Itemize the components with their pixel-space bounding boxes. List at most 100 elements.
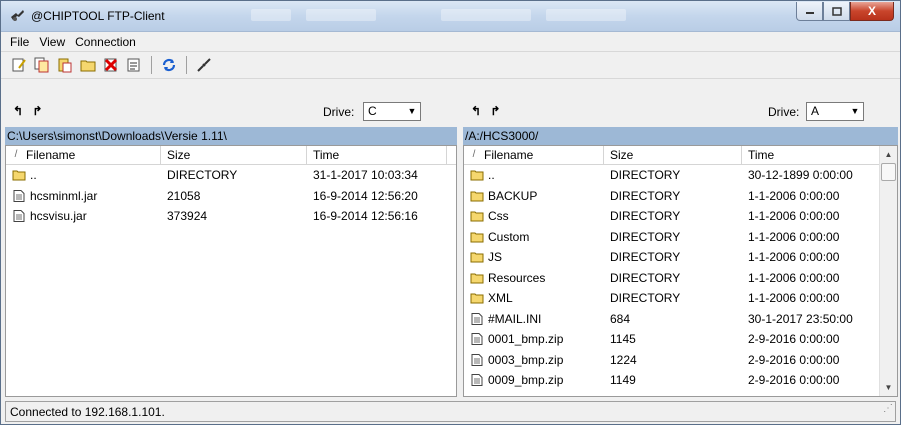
copy-icon — [34, 57, 49, 73]
cell-time: 2-9-2016 0:00:00 — [748, 332, 840, 347]
table-row[interactable]: .. DIRECTORY 30-12-1899 0:00:00 — [464, 165, 897, 186]
remote-nav-buttons[interactable]: ↰ ↱ — [471, 104, 503, 118]
cell-filename: BACKUP — [464, 189, 604, 203]
table-row[interactable]: #MAIL.INI 684 30-1-2017 23:50:00 — [464, 309, 897, 330]
cell-time: 30-12-1899 0:00:00 — [748, 168, 853, 183]
scroll-up-icon[interactable]: ▲ — [880, 146, 897, 163]
cell-filename: .. — [6, 168, 161, 182]
local-pane: ↰ ↱ Drive: C ▼ C:\Users\simonst\Download… — [5, 96, 457, 399]
remote-file-list[interactable]: / Filename Size Time .. DIRECTORY 30-12-18… — [463, 145, 898, 397]
local-file-list[interactable]: / Filename Size Time .. DIRECTORY 31-1-201… — [5, 145, 457, 397]
remote-col-size[interactable]: Size — [604, 146, 742, 164]
cell-size: 1149 — [610, 373, 636, 388]
cell-size: DIRECTORY — [167, 168, 238, 183]
cell-filename: 0009_bmp.zip — [464, 373, 604, 387]
local-path: C:\Users\simonst\Downloads\Versie 1.11\ — [5, 127, 457, 145]
folder-icon — [12, 170, 26, 181]
cell-filename: #MAIL.INI — [464, 312, 604, 326]
menu-bar: File View Connection — [1, 32, 900, 52]
edit-icon — [12, 58, 26, 72]
scroll-down-icon[interactable]: ▼ — [880, 379, 897, 396]
new-folder-button[interactable] — [78, 55, 98, 75]
remote-drive-select[interactable]: A ▼ — [806, 102, 864, 121]
cell-size: DIRECTORY — [610, 188, 681, 203]
local-list-header: / Filename Size Time — [6, 146, 456, 165]
cell-time: 16-9-2014 12:56:16 — [313, 209, 418, 224]
cell-size: 21058 — [167, 188, 201, 203]
table-row[interactable]: hcsminml.jar 21058 16-9-2014 12:56:20 — [6, 186, 456, 207]
delete-icon — [104, 58, 118, 72]
cell-filename: hcsminml.jar — [6, 189, 161, 203]
sort-icon: / — [14, 149, 18, 160]
remote-col-time[interactable]: Time — [742, 146, 882, 164]
paste-icon — [58, 58, 72, 73]
table-row[interactable]: Css DIRECTORY 1-1-2006 0:00:00 — [464, 206, 897, 227]
menu-view[interactable]: View — [34, 35, 70, 49]
local-drive-label: Drive: — [323, 105, 355, 119]
folder-icon — [470, 232, 484, 243]
table-row[interactable]: 0009_bmp.zip 1149 2-9-2016 0:00:00 — [464, 370, 897, 391]
disconnect-button[interactable] — [194, 55, 214, 75]
properties-button[interactable] — [124, 55, 144, 75]
cell-size: DIRECTORY — [610, 250, 681, 265]
local-drive-value: C — [368, 104, 377, 118]
table-row[interactable]: hcsvisu.jar 373924 16-9-2014 12:56:16 — [6, 206, 456, 227]
chevron-down-icon: ▼ — [407, 106, 417, 116]
close-button[interactable]: X — [850, 2, 894, 21]
window-controls: X — [796, 2, 894, 21]
table-row[interactable]: .. DIRECTORY 31-1-2017 10:03:34 — [6, 165, 456, 186]
sort-icon: / — [472, 149, 476, 160]
cell-filename: 0001_bmp.zip — [464, 332, 604, 346]
cell-size: DIRECTORY — [610, 291, 681, 306]
resize-grip-icon[interactable]: ⋰ — [883, 398, 893, 419]
refresh-button[interactable] — [159, 55, 179, 75]
table-row[interactable]: XML DIRECTORY 1-1-2006 0:00:00 — [464, 288, 897, 309]
table-row[interactable]: Custom DIRECTORY 1-1-2006 0:00:00 — [464, 227, 897, 248]
cell-time: 1-1-2006 0:00:00 — [748, 250, 840, 265]
table-row[interactable]: Resources DIRECTORY 1-1-2006 0:00:00 — [464, 268, 897, 289]
cell-size: DIRECTORY — [610, 270, 681, 285]
minimize-button[interactable] — [796, 2, 823, 21]
table-row[interactable]: 0001_bmp.zip 1145 2-9-2016 0:00:00 — [464, 329, 897, 350]
minimize-icon — [805, 12, 814, 14]
remote-col-filename[interactable]: / Filename — [464, 146, 604, 164]
cell-filename: .. — [464, 168, 604, 182]
copy-button[interactable] — [32, 55, 52, 75]
local-col-filename[interactable]: / Filename — [6, 146, 161, 164]
table-row[interactable]: JS DIRECTORY 1-1-2006 0:00:00 — [464, 247, 897, 268]
cell-time: 31-1-2017 10:03:34 — [313, 168, 418, 183]
status-bar: Connected to 192.168.1.101. ⋰ — [5, 401, 896, 422]
ftp-client-window: @CHIPTOOL FTP-Client X File View Connect… — [0, 0, 901, 425]
cell-size: 1224 — [610, 352, 637, 367]
maximize-button[interactable] — [823, 2, 850, 21]
table-row[interactable]: BACKUP DIRECTORY 1-1-2006 0:00:00 — [464, 186, 897, 207]
folder-icon — [470, 252, 484, 263]
cell-time: 1-1-2006 0:00:00 — [748, 209, 840, 224]
cell-size: 1145 — [610, 332, 636, 347]
menu-file[interactable]: File — [5, 35, 34, 49]
toolbar — [1, 52, 900, 79]
local-pane-header: ↰ ↱ Drive: C ▼ — [5, 96, 457, 127]
remote-list-header: / Filename Size Time — [464, 146, 897, 165]
cell-size: DIRECTORY — [610, 229, 681, 244]
delete-button[interactable] — [101, 55, 121, 75]
title-bar[interactable]: @CHIPTOOL FTP-Client X — [1, 1, 900, 32]
edit-button[interactable] — [9, 55, 29, 75]
remote-pane-header: ↰ ↱ Drive: A ▼ — [463, 96, 898, 127]
cell-size: 684 — [610, 311, 631, 326]
menu-connection[interactable]: Connection — [70, 35, 141, 49]
cell-size: 373924 — [167, 209, 208, 224]
new-folder-icon — [80, 60, 96, 72]
remote-scrollbar[interactable]: ▲ ▼ — [879, 146, 897, 396]
maximize-icon — [831, 6, 842, 16]
local-drive-select[interactable]: C ▼ — [363, 102, 421, 121]
table-row[interactable]: 0003_bmp.zip 1224 2-9-2016 0:00:00 — [464, 350, 897, 371]
local-col-size[interactable]: Size — [161, 146, 307, 164]
cell-time: 2-9-2016 0:00:00 — [748, 352, 840, 367]
paste-button[interactable] — [55, 55, 75, 75]
file-icon — [13, 210, 25, 223]
local-col-time[interactable]: Time — [307, 146, 447, 164]
local-nav-buttons[interactable]: ↰ ↱ — [13, 104, 45, 118]
scroll-thumb[interactable] — [881, 163, 896, 181]
cell-filename: Custom — [464, 230, 604, 244]
